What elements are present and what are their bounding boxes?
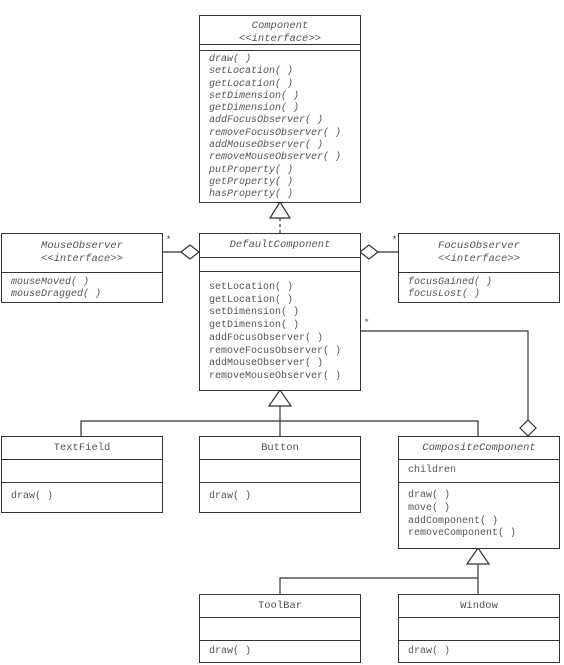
operation: addComponent( )	[408, 515, 499, 527]
class-header: Button	[200, 437, 360, 460]
attributes-section	[2, 460, 162, 483]
composite-aggregation-line	[360, 330, 529, 420]
class-name: Window	[460, 600, 498, 612]
class-name: Component	[251, 20, 309, 32]
mouse-observer-multiplicity: *	[166, 235, 172, 245]
operation: focusLost( )	[408, 289, 481, 301]
class-window[interactable]: Window draw( )	[398, 594, 560, 663]
class-stereotype: <<interface>>	[239, 32, 321, 45]
composite-children-multiplicity: *	[364, 318, 370, 328]
composite-aggregation-diamond	[519, 419, 537, 437]
class-name: Button	[261, 442, 299, 454]
focus-observer-multiplicity: *	[392, 235, 398, 245]
operation: addMouseObserver( )	[209, 140, 324, 152]
operation: draw( )	[209, 491, 252, 502]
operation: setDimension( )	[209, 307, 300, 319]
class-stereotype: <<interface>>	[438, 252, 520, 265]
class-button[interactable]: Button draw( )	[199, 436, 361, 513]
operation: draw( )	[408, 490, 451, 501]
composite-generalization-branch-line	[279, 577, 478, 594]
operation: draw( )	[209, 54, 252, 65]
class-default-component[interactable]: DefaultComponent setLocation( ) getLocat…	[199, 233, 361, 391]
default-component-generalization-arrowhead	[267, 388, 293, 407]
mouse-observer-aggregation-diamond	[180, 244, 200, 260]
operation: move( )	[408, 502, 451, 514]
attributes-section: children	[399, 460, 559, 483]
operation: focusGained( )	[408, 277, 493, 288]
operations-section: mouseMoved( ) mouseDragged( )	[2, 273, 162, 302]
composite-generalization-arrowhead	[465, 546, 491, 565]
class-text-field[interactable]: TextField draw( )	[1, 436, 163, 513]
class-header: Component <<interface>>	[200, 16, 360, 45]
class-composite-component[interactable]: CompositeComponent children draw( ) move…	[398, 436, 560, 549]
operation: mouseMoved( )	[11, 277, 90, 288]
operation: getDimension( )	[209, 320, 300, 332]
operation: setDimension( )	[209, 90, 300, 102]
operations-section: draw( )	[2, 483, 162, 503]
operation: removeComponent( )	[408, 528, 517, 540]
operations-section: draw( )	[200, 483, 360, 503]
operation: setLocation( )	[209, 282, 294, 293]
class-name: MouseObserver	[41, 240, 123, 252]
operation: getLocation( )	[209, 78, 294, 90]
class-focus-observer[interactable]: FocusObserver <<interface>> focusGained(…	[398, 233, 560, 303]
class-name: DefaultComponent	[229, 239, 331, 251]
class-name: TextField	[53, 442, 111, 454]
operation: addFocusObserver( )	[209, 115, 324, 127]
operation: removeMouseObserver( )	[209, 370, 342, 382]
attributes-section	[200, 618, 360, 641]
class-component[interactable]: Component <<interface>> draw( ) setLocat…	[199, 15, 361, 203]
class-header: MouseObserver <<interface>>	[2, 234, 162, 273]
attribute: children	[408, 465, 457, 476]
operation: getDimension( )	[209, 103, 300, 115]
operation: draw( )	[11, 491, 54, 502]
operation: putProperty( )	[209, 164, 294, 176]
operations-section: draw( ) move( ) addComponent( ) removeCo…	[399, 483, 559, 541]
operation: hasProperty( )	[209, 189, 294, 201]
operation: mouseDragged( )	[11, 289, 102, 301]
operations-section: draw( )	[399, 641, 559, 658]
operations-section: draw( )	[200, 641, 360, 658]
operations-section: setLocation( ) getLocation( ) setDimensi…	[200, 272, 360, 384]
operation: draw( )	[408, 646, 451, 657]
operation: getLocation( )	[209, 294, 294, 306]
class-header: Window	[399, 595, 559, 618]
class-header: DefaultComponent	[200, 234, 360, 258]
class-tool-bar[interactable]: ToolBar draw( )	[199, 594, 361, 663]
focus-observer-aggregation-diamond	[359, 244, 379, 260]
class-name: ToolBar	[257, 600, 303, 612]
class-name: FocusObserver	[438, 240, 520, 252]
class-stereotype: <<interface>>	[41, 252, 123, 265]
attributes-section	[399, 618, 559, 641]
class-name: CompositeComponent	[422, 442, 536, 454]
operation: addMouseObserver( )	[209, 358, 324, 370]
operation: addFocusObserver( )	[209, 332, 324, 344]
class-mouse-observer[interactable]: MouseObserver <<interface>> mouseMoved( …	[1, 233, 163, 303]
operation: removeMouseObserver( )	[209, 152, 342, 164]
operations-section: focusGained( ) focusLost( )	[399, 273, 559, 302]
operation: setLocation( )	[209, 66, 294, 78]
class-header: TextField	[2, 437, 162, 460]
attributes-section	[200, 258, 360, 272]
class-header: FocusObserver <<interface>>	[399, 234, 559, 273]
operations-section: draw( ) setLocation( ) getLocation( ) se…	[200, 51, 360, 202]
operation: removeFocusObserver( )	[209, 345, 342, 357]
operation: draw( )	[209, 646, 252, 657]
class-header: ToolBar	[200, 595, 360, 618]
operation: removeFocusObserver( )	[209, 127, 342, 139]
class-header: CompositeComponent	[399, 437, 559, 460]
operation: getProperty( )	[209, 176, 294, 188]
realization-arrowhead	[268, 200, 292, 219]
attributes-section	[200, 460, 360, 483]
